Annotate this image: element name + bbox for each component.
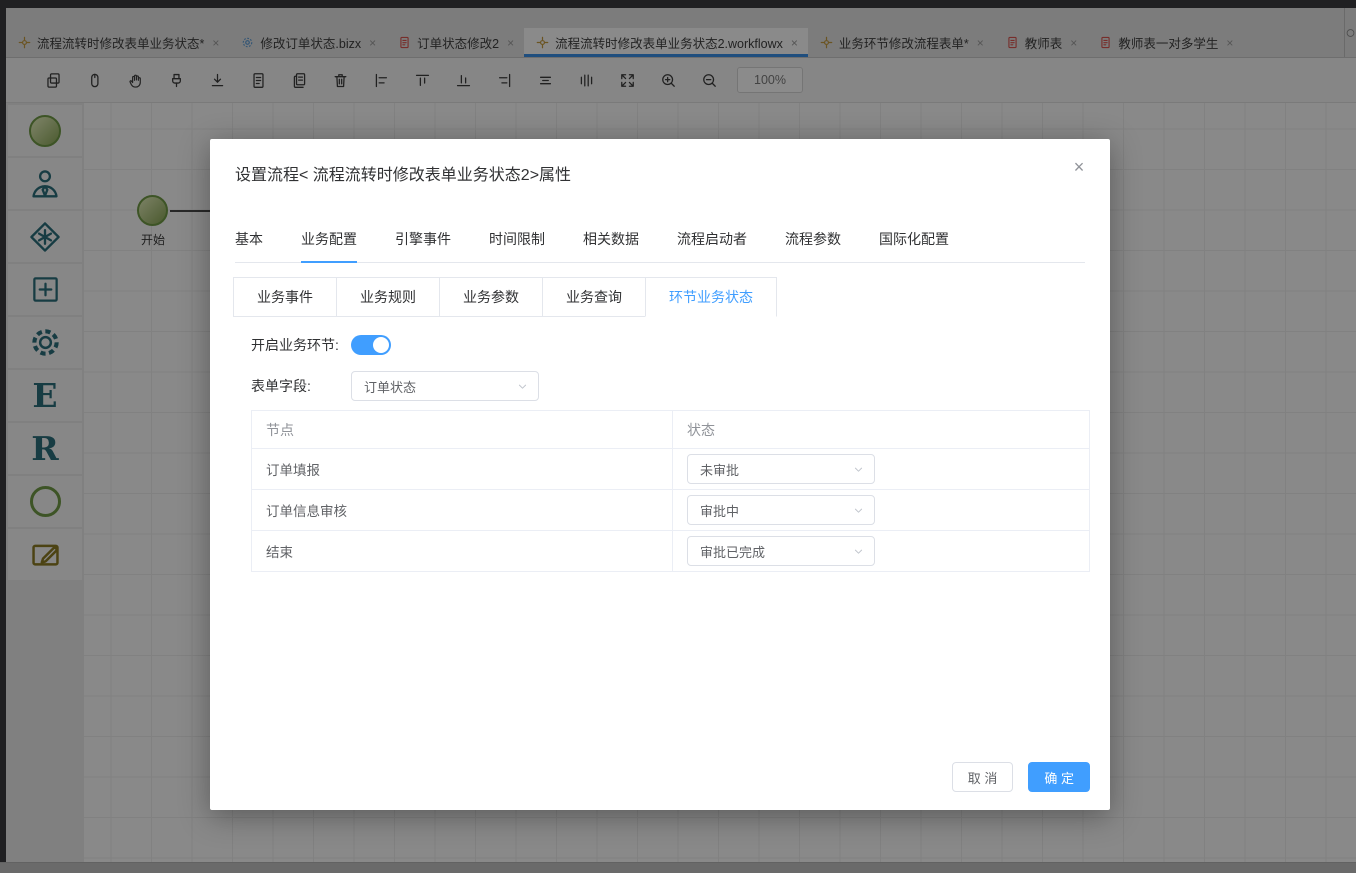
form-field-row: 表单字段: 订单状态 (251, 371, 539, 401)
tab-i18n-config[interactable]: 国际化配置 (879, 229, 949, 249)
toggle-knob (373, 337, 389, 353)
tab-business-config[interactable]: 业务配置 (301, 229, 357, 249)
enable-business-node-row: 开启业务环节: (251, 335, 391, 355)
tab-related-data[interactable]: 相关数据 (583, 229, 639, 249)
dialog-tab-bar: 基本 业务配置 引擎事件 时间限制 相关数据 流程启动者 流程参数 国际化配置 (235, 229, 1085, 263)
tab-time-limit[interactable]: 时间限制 (489, 229, 545, 249)
subtab-business-events[interactable]: 业务事件 (233, 277, 337, 317)
tab-process-initiator[interactable]: 流程启动者 (677, 229, 747, 249)
status-select[interactable]: 审批已完成 (687, 536, 875, 566)
node-cell: 订单填报 (252, 449, 673, 490)
confirm-button[interactable]: 确 定 (1028, 762, 1090, 792)
enable-business-node-toggle[interactable] (351, 335, 391, 355)
status-select-value: 审批中 (700, 501, 853, 520)
node-cell: 订单信息审核 (252, 490, 673, 531)
subtab-business-params[interactable]: 业务参数 (439, 277, 543, 317)
column-header-status: 状态 (673, 411, 1090, 449)
dialog-title: 设置流程< 流程流转时修改表单业务状态2>属性 (235, 161, 571, 185)
cancel-button[interactable]: 取 消 (952, 762, 1014, 792)
table-header-row: 节点 状态 (252, 411, 1090, 449)
chevron-down-icon (517, 381, 528, 392)
form-field-label: 表单字段: (251, 376, 351, 396)
chevron-down-icon (853, 546, 864, 557)
table-row: 订单信息审核 审批中 (252, 490, 1090, 531)
dialog-footer: 取 消 确 定 (952, 762, 1090, 792)
tab-process-params[interactable]: 流程参数 (785, 229, 841, 249)
tab-engine-events[interactable]: 引擎事件 (395, 229, 451, 249)
node-cell: 结束 (252, 531, 673, 572)
node-status-table: 节点 状态 订单填报 未审批 订单信息审核 审批中 (251, 410, 1090, 572)
workflow-designer-app: 流程流转时修改表单业务状态* × 修改订单状态.bizx × 订单状态修改2 ×… (0, 0, 1356, 873)
form-field-select-value: 订单状态 (364, 377, 517, 396)
tab-basic[interactable]: 基本 (235, 229, 263, 249)
business-config-sub-tabs: 业务事件 业务规则 业务参数 业务查询 环节业务状态 (233, 277, 777, 317)
subtab-business-rules[interactable]: 业务规则 (336, 277, 440, 317)
subtab-node-business-status[interactable]: 环节业务状态 (645, 277, 777, 317)
process-properties-dialog: 设置流程< 流程流转时修改表单业务状态2>属性 × 基本 业务配置 引擎事件 时… (210, 139, 1110, 810)
table-row: 订单填报 未审批 (252, 449, 1090, 490)
column-header-node: 节点 (252, 411, 673, 449)
enable-business-node-label: 开启业务环节: (251, 335, 351, 355)
form-field-select[interactable]: 订单状态 (351, 371, 539, 401)
chevron-down-icon (853, 505, 864, 516)
status-select-value: 审批已完成 (700, 542, 853, 561)
status-select-value: 未审批 (700, 460, 853, 479)
status-select[interactable]: 未审批 (687, 454, 875, 484)
table-row: 结束 审批已完成 (252, 531, 1090, 572)
subtab-business-query[interactable]: 业务查询 (542, 277, 646, 317)
close-icon[interactable]: × (1068, 156, 1090, 178)
chevron-down-icon (853, 464, 864, 475)
status-select[interactable]: 审批中 (687, 495, 875, 525)
